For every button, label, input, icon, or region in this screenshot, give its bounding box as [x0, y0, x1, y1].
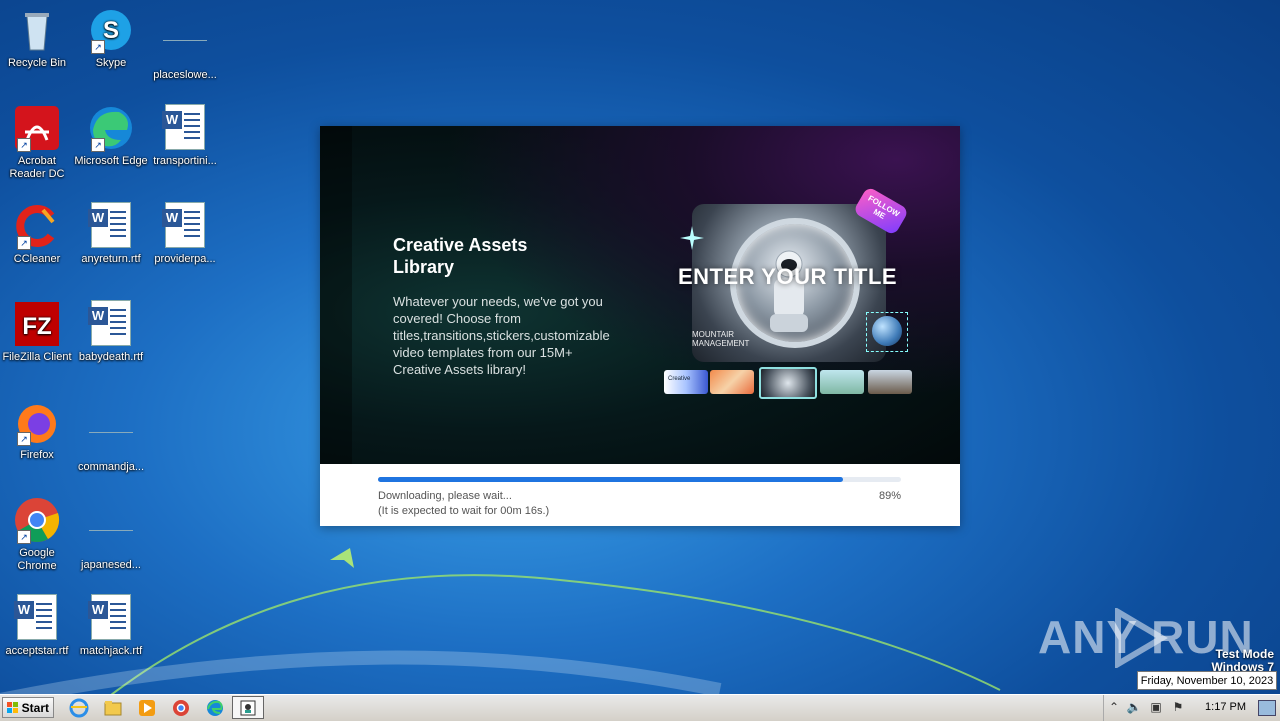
- shortcut-arrow-icon: ↗: [91, 40, 105, 54]
- taskbar: Start ⌃ 🔈 ▣ ⚑ 1:17 PM: [0, 694, 1280, 721]
- desktop-icon-chrome[interactable]: ↗ Google Chrome: [0, 496, 74, 573]
- desktop-icon-label: commandja...: [77, 461, 145, 473]
- desktop-icon-skype[interactable]: S ↗ Skype: [74, 6, 148, 70]
- template-thumbnail: [820, 370, 864, 394]
- edge-icon[interactable]: [205, 698, 225, 718]
- word-doc-icon: W: [161, 202, 209, 250]
- desktop-icon-label: providerpa...: [154, 253, 216, 265]
- desktop-icon-commandja[interactable]: commandja...: [74, 398, 148, 474]
- network-icon[interactable]: ▣: [1148, 699, 1164, 715]
- desktop-icon-firefox[interactable]: ↗ Firefox: [0, 398, 74, 462]
- desktop-icon-transportini[interactable]: W transportini...: [148, 104, 222, 168]
- download-percent-text: 89%: [878, 490, 901, 502]
- shortcut-arrow-icon: ↗: [17, 530, 31, 544]
- desktop-icon-acrobat[interactable]: ↗ Acrobat Reader DC: [0, 104, 74, 181]
- word-doc-icon: W: [87, 594, 135, 642]
- blank-file-icon: [161, 18, 209, 66]
- svg-text:S: S: [103, 17, 119, 44]
- desktop-icon-label: Firefox: [20, 449, 54, 461]
- desktop-icon-label: Acrobat Reader DC: [9, 155, 65, 180]
- word-doc-icon: W: [161, 104, 209, 152]
- blank-file-icon: [87, 508, 135, 556]
- watermark-play-icon: [1115, 608, 1168, 668]
- internet-explorer-icon[interactable]: [69, 698, 89, 718]
- desktop-icon-label: Microsoft Edge: [74, 155, 148, 167]
- system-tray: ⌃ 🔈 ▣ ⚑ 1:17 PM: [1103, 695, 1280, 721]
- desktop-icon-label: acceptstar.rtf: [5, 645, 69, 657]
- desktop-icon-label: anyreturn.rtf: [81, 253, 141, 265]
- desktop-icon-babydeath[interactable]: W babydeath.rtf: [74, 300, 148, 364]
- preview-title-text: ENTER YOUR TITLE: [678, 264, 898, 289]
- word-doc-icon: W: [87, 300, 135, 348]
- blank-file-icon: [87, 410, 135, 458]
- astronaut-illustration: [770, 250, 808, 332]
- media-player-icon[interactable]: [137, 698, 157, 718]
- preview-subtext: MOUNTAIR MANAGEMENT: [692, 330, 750, 348]
- desktop-icon-label: FileZilla Client: [2, 351, 72, 363]
- installer-window: Creative Assets Library Whatever your ne…: [320, 126, 960, 526]
- desktop-icon-label: Skype: [95, 57, 127, 69]
- desktop-icon-label: matchjack.rtf: [79, 645, 143, 657]
- desktop-icon-label: Recycle Bin: [7, 57, 67, 69]
- acrobat-icon: ↗: [13, 104, 61, 152]
- shortcut-arrow-icon: ↗: [17, 236, 31, 250]
- start-button[interactable]: Start: [2, 697, 54, 718]
- clock[interactable]: 1:17 PM: [1205, 701, 1246, 713]
- desktop-icon-label: CCleaner: [13, 253, 61, 265]
- show-hidden-icons-icon[interactable]: ⌃: [1106, 699, 1122, 715]
- skype-icon: S ↗: [87, 6, 135, 54]
- template-thumbnail-selected: [759, 367, 817, 399]
- sparkle-icon: [680, 226, 704, 250]
- download-progress-bar: [378, 477, 901, 482]
- word-doc-icon: W: [13, 594, 61, 642]
- globe-icon: [872, 316, 902, 346]
- download-eta-text: (It is expected to wait for 00m 16s.): [378, 505, 550, 517]
- shortcut-arrow-icon: ↗: [17, 138, 31, 152]
- firefox-icon: ↗: [13, 398, 61, 446]
- desktop-icon-providerpa[interactable]: W providerpa...: [148, 202, 222, 266]
- windows-logo-icon: [7, 702, 18, 713]
- word-doc-icon: W: [87, 202, 135, 250]
- action-center-flag-icon[interactable]: ⚑: [1170, 699, 1186, 715]
- chrome-icon: ↗: [13, 496, 61, 544]
- volume-icon[interactable]: 🔈: [1126, 699, 1142, 715]
- desktop-icon-label: transportini...: [153, 155, 217, 167]
- filezilla-icon: FZ: [13, 300, 61, 348]
- chrome-icon[interactable]: [171, 698, 191, 718]
- date-tooltip: Friday, November 10, 2023: [1137, 671, 1277, 690]
- template-thumbnail: [868, 370, 912, 394]
- promo-banner: Creative Assets Library Whatever your ne…: [320, 126, 960, 464]
- desktop-icon-ccleaner[interactable]: ↗ CCleaner: [0, 202, 74, 266]
- desktop-icon-recycle-bin[interactable]: Recycle Bin: [0, 6, 74, 70]
- globe-sticker: [866, 312, 908, 352]
- shortcut-arrow-icon: ↗: [91, 138, 105, 152]
- svg-text:FZ: FZ: [22, 313, 51, 340]
- desktop-icon-acceptstar[interactable]: W acceptstar.rtf: [0, 594, 74, 658]
- show-desktop-button[interactable]: [1258, 700, 1276, 716]
- shortcut-arrow-icon: ↗: [17, 432, 31, 446]
- desktop-icon-matchjack[interactable]: W matchjack.rtf: [74, 594, 148, 658]
- desktop-icon-label: placeslowe...: [153, 69, 217, 81]
- ccleaner-icon: ↗: [13, 202, 61, 250]
- download-progress-fill: [378, 477, 844, 482]
- desktop-icon-filezilla[interactable]: FZ FileZilla Client: [0, 300, 74, 364]
- installer-app-icon: [240, 700, 256, 716]
- desktop-icon-label: Google Chrome: [17, 547, 57, 572]
- installer-app-button[interactable]: [232, 696, 264, 719]
- desktop-icon-japanesed[interactable]: japanesed...: [74, 496, 148, 572]
- desktop-icon-label: babydeath.rtf: [78, 351, 144, 363]
- promo-description: Whatever your needs, we've got you cover…: [393, 294, 610, 377]
- desktop-icon-placeslowe[interactable]: placeslowe...: [148, 6, 222, 82]
- download-status-text: Downloading, please wait...: [378, 490, 512, 502]
- desktop-icon-anyreturn[interactable]: W anyreturn.rtf: [74, 202, 148, 266]
- recycle-bin-icon: [13, 6, 61, 54]
- desktop-icon-edge[interactable]: ↗ Microsoft Edge: [74, 104, 148, 168]
- template-thumbnail: Creative: [664, 370, 708, 394]
- desktop-icon-label: japanesed...: [81, 559, 141, 571]
- template-thumbnail: [710, 370, 754, 394]
- promo-title: Creative Assets Library: [393, 235, 528, 277]
- edge-icon: ↗: [87, 104, 135, 152]
- file-explorer-icon[interactable]: [103, 698, 123, 718]
